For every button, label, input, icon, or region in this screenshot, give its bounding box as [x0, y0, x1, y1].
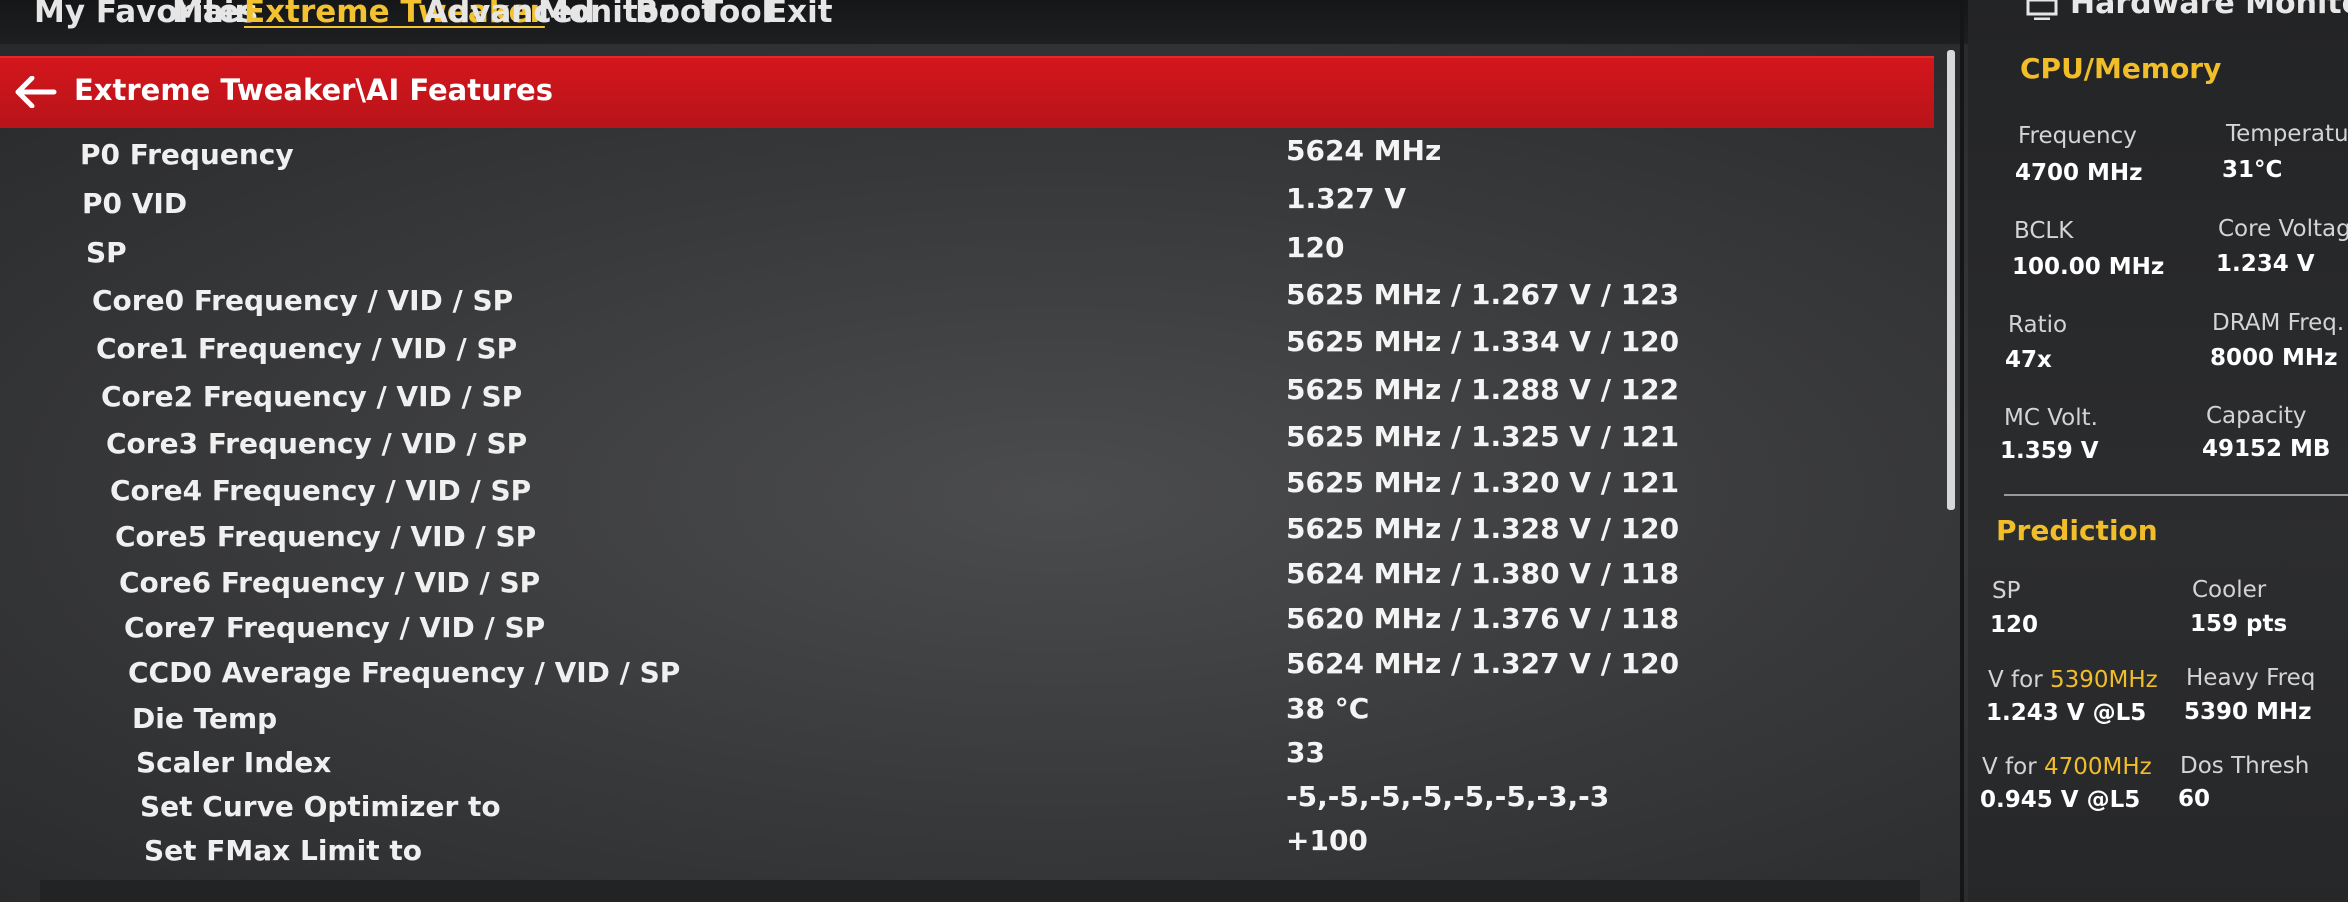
row-label-die-temp: Die Temp — [132, 702, 278, 735]
hw-v-for-5390-freq: 5390MHz — [2049, 667, 2158, 693]
hw-capacity-label: Capacity — [2206, 403, 2307, 429]
cpu-memory-heading: CPU/Memory — [2020, 52, 2222, 85]
panel-divider — [1960, 0, 1964, 902]
hw-section-divider — [2004, 494, 2348, 496]
row-label-core1: Core1 Frequency / VID / SP — [96, 332, 518, 365]
hw-temperature-value: 31°C — [2222, 157, 2283, 183]
row-value-ccd0-average: 5624 MHz / 1.327 V / 120 — [1286, 647, 1680, 680]
hw-dos-thresh-value: 60 — [2178, 786, 2211, 812]
hw-capacity-value: 49152 MB — [2202, 436, 2331, 462]
hw-frequency-label: Frequency — [2018, 123, 2137, 149]
menu-exit[interactable]: Exit — [766, 0, 833, 30]
row-value-core6: 5624 MHz / 1.380 V / 118 — [1286, 557, 1680, 590]
hw-sp-label: SP — [1992, 578, 2021, 604]
hw-cooler-label: Cooler — [2192, 577, 2267, 603]
breadcrumb-bar: Extreme Tweaker\AI Features — [0, 56, 1934, 128]
row-value-fmax-limit: +100 — [1286, 824, 1368, 857]
monitor-icon — [2026, 0, 2058, 20]
hw-v-for-5390-label: V for 5390MHz — [1988, 667, 2158, 693]
row-label-p0-frequency: P0 Frequency — [80, 138, 294, 171]
hw-dos-thresh-label: Dos Thresh — [2180, 753, 2310, 779]
hw-bclk-value: 100.00 MHz — [2012, 254, 2165, 280]
row-label-core0: Core0 Frequency / VID / SP — [92, 284, 514, 317]
row-label-core4: Core4 Frequency / VID / SP — [110, 474, 532, 507]
back-arrow-icon[interactable] — [14, 76, 58, 108]
row-value-curve-optimizer: -5,-5,-5,-5,-5,-5,-3,-3 — [1286, 780, 1610, 813]
row-value-sp: 120 — [1286, 231, 1345, 264]
row-value-core2: 5625 MHz / 1.288 V / 122 — [1286, 373, 1680, 406]
hw-temperature-label: Temperatu — [2226, 121, 2348, 147]
row-label-core5: Core5 Frequency / VID / SP — [115, 520, 537, 553]
row-value-core3: 5625 MHz / 1.325 V / 121 — [1286, 420, 1680, 453]
row-label-core7: Core7 Frequency / VID / SP — [124, 611, 546, 644]
bottom-strip — [40, 880, 1920, 902]
prediction-heading: Prediction — [1996, 514, 2158, 547]
hw-core-voltage-label: Core Voltage — [2218, 216, 2348, 242]
menu-tool[interactable]: Tool — [702, 0, 772, 30]
row-label-ccd0-average: CCD0 Average Frequency / VID / SP — [128, 656, 681, 689]
hw-dram-freq-label: DRAM Freq. — [2212, 310, 2345, 336]
hw-dram-freq-value: 8000 MHz — [2210, 345, 2338, 371]
row-label-fmax-limit: Set FMax Limit to — [144, 834, 422, 867]
row-value-scaler-index: 33 — [1286, 736, 1325, 769]
row-label-core2: Core2 Frequency / VID / SP — [101, 380, 523, 413]
hw-core-voltage-value: 1.234 V — [2216, 251, 2315, 277]
row-value-core5: 5625 MHz / 1.328 V / 120 — [1286, 512, 1680, 545]
row-value-core1: 5625 MHz / 1.334 V / 120 — [1286, 325, 1680, 358]
breadcrumb: Extreme Tweaker\AI Features — [74, 73, 553, 107]
bios-screen: My Favorites Main Extreme Tweaker Advanc… — [0, 0, 2348, 902]
row-label-sp: SP — [86, 236, 127, 269]
hw-v-for-4700-label: V for 4700MHz — [1982, 754, 2152, 780]
hw-mc-volt-label: MC Volt. — [2004, 405, 2098, 431]
hw-ratio-value: 47x — [2005, 347, 2052, 373]
hw-heavy-freq-label: Heavy Freq — [2186, 665, 2316, 691]
hw-v-for-4700-value: 0.945 V @L5 — [1980, 787, 2141, 813]
row-label-p0-vid: P0 VID — [82, 187, 188, 220]
row-value-core7: 5620 MHz / 1.376 V / 118 — [1286, 602, 1680, 635]
row-value-die-temp: 38 °C — [1286, 692, 1370, 725]
hw-v-for-5390-value: 1.243 V @L5 — [1986, 700, 2147, 726]
row-value-core0: 5625 MHz / 1.267 V / 123 — [1286, 278, 1680, 311]
hw-v-for-4700-freq: 4700MHz — [2043, 754, 2152, 780]
hw-sp-value: 120 — [1990, 612, 2039, 638]
hardware-monitor-title: Hardware Monitor — [2070, 0, 2348, 21]
row-label-core6: Core6 Frequency / VID / SP — [119, 566, 541, 599]
row-label-core3: Core3 Frequency / VID / SP — [106, 427, 528, 460]
hw-heavy-freq-value: 5390 MHz — [2184, 699, 2312, 725]
row-label-scaler-index: Scaler Index — [136, 746, 332, 779]
hw-ratio-label: Ratio — [2008, 312, 2068, 338]
row-value-p0-frequency: 5624 MHz — [1286, 134, 1442, 167]
hw-cooler-value: 159 pts — [2190, 611, 2288, 637]
hw-bclk-label: BCLK — [2014, 218, 2074, 244]
row-value-core4: 5625 MHz / 1.320 V / 121 — [1286, 466, 1680, 499]
row-value-p0-vid: 1.327 V — [1286, 182, 1406, 215]
row-label-curve-optimizer: Set Curve Optimizer to — [140, 790, 501, 823]
top-menu-bar: My Favorites Main Extreme Tweaker Advanc… — [0, 0, 1990, 44]
hw-frequency-value: 4700 MHz — [2015, 160, 2143, 186]
scrollbar[interactable] — [1947, 50, 1955, 510]
hw-mc-volt-value: 1.359 V — [2000, 438, 2099, 464]
